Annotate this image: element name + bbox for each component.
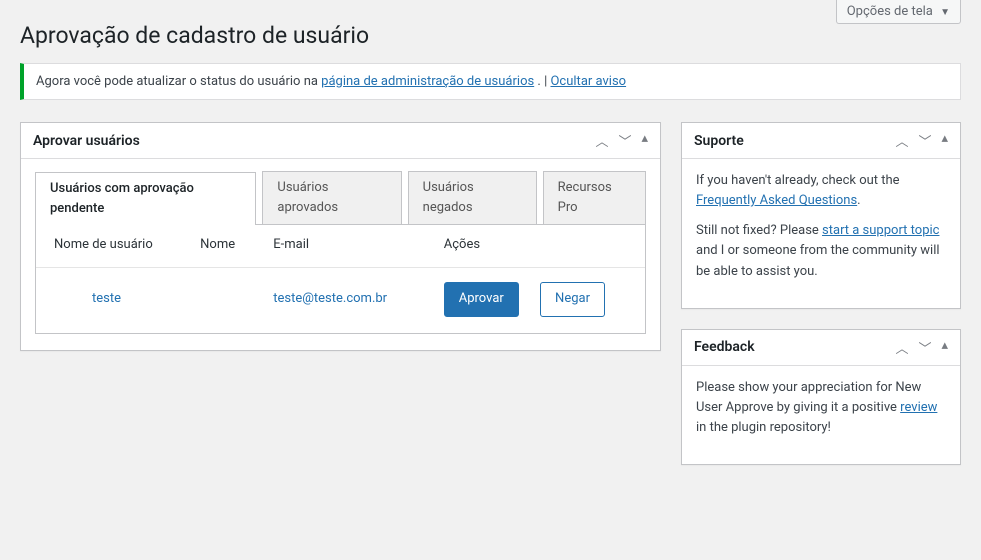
- feedback-p1-b: in the plugin repository!: [696, 420, 831, 435]
- col-email: E-mail: [255, 225, 426, 268]
- table-row: teste teste@teste.com.br Aprovar Negar: [36, 268, 645, 333]
- order-down-icon[interactable]: ﹀: [918, 338, 931, 357]
- tab-approved[interactable]: Usuários aprovados: [262, 171, 401, 224]
- page-title: Aprovação de cadastro de usuário: [20, 22, 961, 49]
- tab-pro[interactable]: Recursos Pro: [543, 171, 646, 224]
- col-actions: Ações: [426, 225, 645, 268]
- feedback-box: Feedback ︿ ﹀ ▴ Please show your apprecia…: [681, 329, 961, 465]
- tab-pending[interactable]: Usuários com aprovação pendente: [35, 172, 256, 225]
- user-name-cell: [182, 268, 255, 333]
- col-name: Nome: [182, 225, 255, 268]
- support-title: Suporte: [694, 133, 895, 149]
- notice-separator: . |: [537, 74, 550, 89]
- order-down-icon[interactable]: ﹀: [618, 131, 631, 150]
- faq-link[interactable]: Frequently Asked Questions: [696, 193, 857, 208]
- admin-notice: Agora você pode atualizar o status do us…: [20, 63, 961, 100]
- approve-button[interactable]: Aprovar: [444, 282, 519, 316]
- feedback-title: Feedback: [694, 339, 895, 355]
- approval-tabs: Usuários com aprovação pendente Usuários…: [35, 171, 646, 224]
- support-p1-a: If you haven't already, check out the: [696, 173, 900, 188]
- support-p1-b: .: [857, 193, 860, 208]
- toggle-panel-icon[interactable]: ▴: [641, 131, 648, 150]
- toggle-panel-icon[interactable]: ▴: [941, 131, 948, 150]
- caret-down-icon: ▼: [940, 7, 950, 18]
- order-up-icon[interactable]: ︿: [595, 131, 608, 150]
- screen-options-toggle[interactable]: Opções de tela ▼: [836, 0, 961, 24]
- user-email-link[interactable]: teste@teste.com.br: [273, 291, 387, 306]
- order-up-icon[interactable]: ︿: [895, 338, 908, 357]
- approve-users-title: Aprovar usuários: [33, 133, 595, 149]
- tab-denied[interactable]: Usuários negados: [408, 171, 537, 224]
- support-p2-a: Still not fixed? Please: [696, 223, 822, 238]
- support-box: Suporte ︿ ﹀ ▴ If you haven't already, ch…: [681, 122, 961, 309]
- approve-users-box: Aprovar usuários ︿ ﹀ ▴ Usuários com apro…: [20, 122, 661, 351]
- support-topic-link[interactable]: start a support topic: [822, 223, 939, 238]
- screen-options-label: Opções de tela: [847, 4, 933, 19]
- order-down-icon[interactable]: ﹀: [918, 131, 931, 150]
- toggle-panel-icon[interactable]: ▴: [941, 338, 948, 357]
- notice-text: Agora você pode atualizar o status do us…: [36, 74, 321, 89]
- order-up-icon[interactable]: ︿: [895, 131, 908, 150]
- username-link[interactable]: teste: [92, 291, 121, 306]
- col-username: Nome de usuário: [36, 225, 182, 268]
- feedback-p1-a: Please show your appreciation for New Us…: [696, 380, 921, 415]
- hide-notice-link[interactable]: Ocultar aviso: [550, 74, 626, 89]
- support-p2-b: and I or someone from the community will…: [696, 243, 940, 278]
- deny-button[interactable]: Negar: [540, 282, 605, 316]
- pending-users-table: Nome de usuário Nome E-mail Ações teste: [36, 225, 645, 332]
- user-admin-page-link[interactable]: página de administração de usuários: [321, 74, 534, 89]
- review-link[interactable]: review: [900, 400, 937, 415]
